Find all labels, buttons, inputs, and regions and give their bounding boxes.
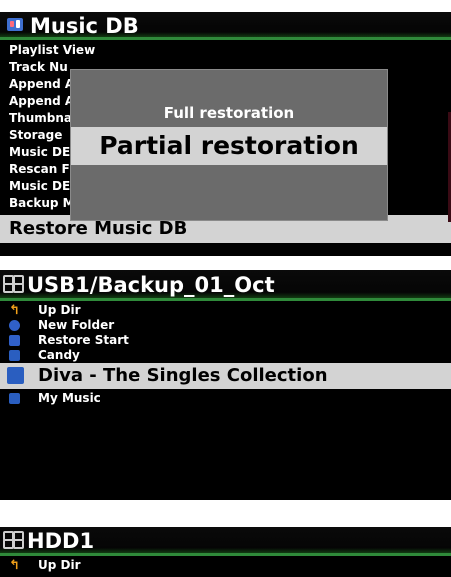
music-folder-icon: [9, 393, 20, 404]
restore-options-popup: Full restoration Partial restoration: [70, 69, 388, 221]
music-db-header: Music DB: [0, 12, 451, 40]
music-db-icon: [7, 18, 23, 31]
page-title: Music DB: [30, 14, 139, 38]
up-dir-icon: ↰: [9, 303, 20, 318]
storage-grid-icon: [3, 275, 24, 293]
usb-browser-header: USB1/Backup_01_Oct: [0, 270, 451, 301]
up-dir-icon: ↰: [9, 558, 20, 573]
music-db-panel: Music DB Playlist View Track Nu Append A…: [0, 12, 451, 256]
storage-grid-icon: [3, 531, 24, 549]
list-item[interactable]: Candy: [0, 348, 451, 363]
popup-option-partial-restoration[interactable]: Partial restoration: [71, 127, 387, 165]
page-title: HDD1: [27, 529, 95, 553]
list-item[interactable]: Restore Start: [0, 333, 451, 348]
list-item[interactable]: ↰ Up Dir: [0, 558, 451, 573]
list-item[interactable]: Playlist View: [0, 42, 451, 59]
list-item[interactable]: ↰ Up Dir: [0, 303, 451, 318]
restore-start-icon: [9, 335, 20, 346]
hdd-browser-panel: HDD1 ↰ Up Dir: [0, 527, 451, 577]
page-title: USB1/Backup_01_Oct: [27, 273, 275, 297]
hdd-browser-header: HDD1: [0, 527, 451, 556]
music-folder-icon: [9, 350, 20, 361]
list-item[interactable]: My Music: [0, 391, 451, 406]
music-folder-icon: [7, 367, 24, 384]
popup-option-full-restoration[interactable]: Full restoration: [71, 102, 387, 124]
list-item[interactable]: New Folder: [0, 318, 451, 333]
new-folder-icon: [9, 320, 20, 331]
selected-list-item[interactable]: Diva - The Singles Collection: [0, 363, 451, 389]
usb-browser-panel: USB1/Backup_01_Oct ↰ Up Dir New Folder R…: [0, 270, 451, 500]
